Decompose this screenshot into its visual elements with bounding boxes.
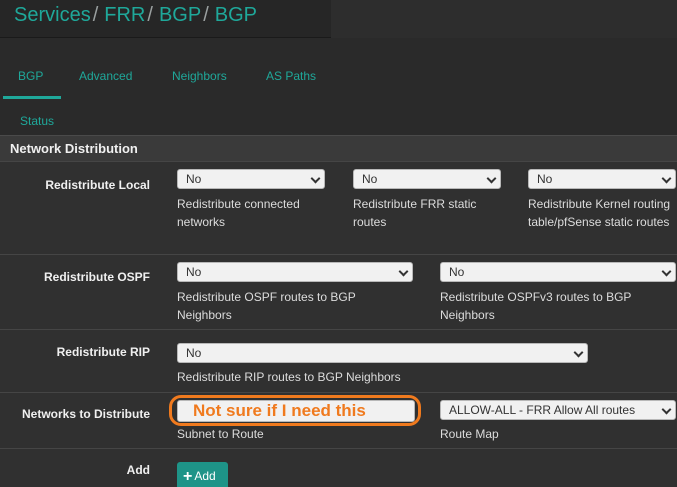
add-button[interactable]: + Add (177, 462, 228, 487)
panel-heading: Network Distribution (0, 135, 677, 161)
header-bar: Services / FRR / BGP / BGP (0, 0, 331, 38)
chevron-down-icon (661, 173, 672, 184)
breadcrumb-bgp[interactable]: BGP (159, 4, 201, 26)
tab-bgp[interactable]: BGP (18, 69, 43, 83)
redistribute-rip-select[interactable]: No (177, 343, 588, 363)
redistribute-kernel-help: Redistribute Kernel routing table/pfSens… (528, 197, 671, 229)
redistribute-ospf-help: Redistribute OSPF routes to BGP Neighbor… (177, 290, 356, 322)
redistribute-ospfv3-help: Redistribute OSPFv3 routes to BGP Neighb… (440, 290, 632, 322)
redistribute-kernel-value: No (537, 172, 553, 186)
redistribute-ospf-select[interactable]: No (177, 262, 413, 282)
redistribute-ospfv3-value: No (449, 265, 465, 279)
redistribute-static-help: Redistribute FRR static routes (353, 197, 477, 229)
breadcrumb-services[interactable]: Services (14, 4, 91, 26)
redistribute-rip-label: Redistribute RIP (56, 345, 150, 359)
tab-as-paths[interactable]: AS Paths (266, 69, 316, 83)
active-tab-indicator (3, 96, 61, 99)
tab-advanced[interactable]: Advanced (79, 69, 132, 83)
tab-neighbors[interactable]: Neighbors (172, 69, 227, 83)
breadcrumb: Services / FRR / BGP / BGP (14, 4, 257, 27)
chevron-down-icon (398, 266, 409, 277)
breadcrumb-separator: / (92, 4, 99, 26)
redistribute-ospf-value: No (186, 265, 202, 279)
redistribute-ospf-label: Redistribute OSPF (43, 270, 150, 284)
row-networks-to-distribute: Networks to Distribute Not sure if I nee… (0, 392, 677, 448)
redistribute-rip-help: Redistribute RIP routes to BGP Neighbors (177, 370, 401, 384)
row-add: Add + Add (0, 448, 677, 487)
subnet-help: Subnet to Route (177, 427, 264, 441)
row-redistribute-ospf: Redistribute OSPF No Redistribute OSPF r… (0, 254, 677, 329)
route-map-value: ALLOW-ALL - FRR Allow All routes (449, 403, 636, 417)
tab-bar: BGP Advanced Neighbors AS Paths Status (0, 38, 677, 135)
route-map-help: Route Map (440, 427, 499, 441)
redistribute-static-select[interactable]: No (353, 169, 501, 189)
chevron-down-icon (573, 347, 584, 358)
row-redistribute-local: Redistribute Local No Redistribute conne… (0, 161, 677, 254)
plus-icon: + (183, 468, 193, 485)
add-button-label: Add (194, 469, 216, 483)
annotation-text: Not sure if I need this (193, 401, 366, 420)
breadcrumb-separator: / (147, 4, 153, 26)
tab-status[interactable]: Status (20, 114, 54, 128)
row-redistribute-rip: Redistribute RIP No Redistribute RIP rou… (0, 329, 677, 392)
panel-title: Network Distribution (10, 141, 138, 156)
breadcrumb-separator: / (203, 4, 209, 26)
redistribute-static-value: No (362, 172, 378, 186)
redistribute-rip-value: No (186, 346, 202, 360)
redistribute-ospfv3-select[interactable]: No (440, 262, 676, 282)
chevron-down-icon (310, 173, 321, 184)
chevron-down-icon (486, 173, 497, 184)
redistribute-kernel-select[interactable]: No (528, 169, 676, 189)
chevron-down-icon (661, 266, 672, 277)
redistribute-connected-value: No (186, 172, 202, 186)
redistribute-local-label: Redistribute Local (45, 178, 150, 192)
route-map-select[interactable]: ALLOW-ALL - FRR Allow All routes (440, 400, 676, 420)
networks-to-distribute-label: Networks to Distribute (21, 407, 150, 421)
chevron-down-icon (661, 404, 672, 415)
redistribute-connected-help: Redistribute connected networks (177, 197, 300, 229)
add-label: Add (126, 463, 150, 477)
breadcrumb-frr[interactable]: FRR (104, 4, 145, 26)
redistribute-connected-select[interactable]: No (177, 169, 325, 189)
breadcrumb-current[interactable]: BGP (215, 4, 257, 26)
